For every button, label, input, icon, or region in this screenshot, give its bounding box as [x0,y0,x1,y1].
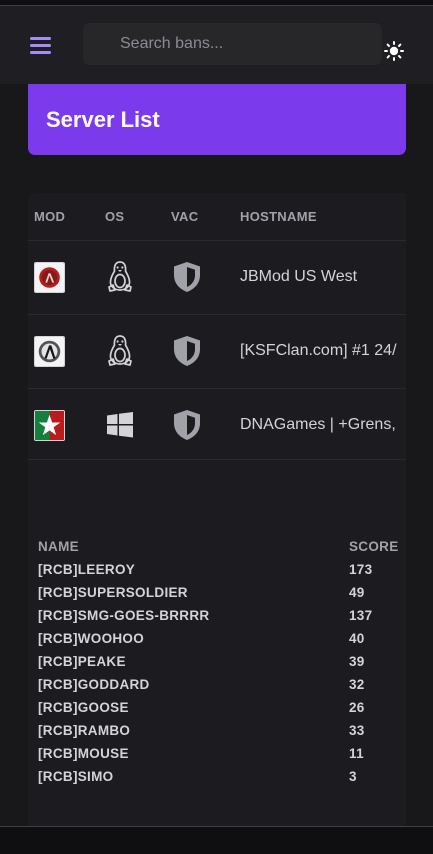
player-name: [RCB]LEEROY [38,562,136,577]
player-list: NAME SCORE [RCB]LEEROY 173 [RCB]SUPERSOL… [38,539,400,792]
player-name: [RCB]MOUSE [38,746,129,761]
page-title: Server List [46,107,160,132]
player-score: 49 [349,585,365,600]
player-row: [RCB]SMG-GOES-BRRRR 137 [38,608,400,631]
player-name: [RCB]GOOSE [38,700,129,715]
player-list-header: NAME SCORE [38,539,400,562]
column-header-score: SCORE [349,539,399,554]
server-row[interactable]: [KSFClan.com] #1 24/ [28,314,406,386]
search-bans-input[interactable] [83,23,382,65]
linux-tux-icon [108,261,132,292]
player-name: [RCB]SUPERSOLDIER [38,585,188,600]
hl2-deathmatch-icon [34,410,65,441]
player-score: 39 [349,654,365,669]
server-table-card: MOD OS VAC HOSTNAME JBMod US West [KSFCl… [28,193,406,826]
server-list-header: Server List [28,84,406,155]
column-header-name: NAME [38,539,79,554]
player-score: 11 [349,746,364,761]
menu-bar-bottom [30,51,51,54]
player-row: [RCB]PEAKE 39 [38,654,400,677]
player-score: 32 [349,677,365,692]
player-row: [RCB]GODDARD 32 [38,677,400,700]
server-hostname: [KSFClan.com] #1 24/ [240,342,397,359]
player-row: [RCB]WOOHOO 40 [38,631,400,654]
player-row: [RCB]RAMBO 33 [38,723,400,746]
windows-icon [107,412,133,438]
column-header-mod: MOD [34,209,66,224]
menu-bar-middle [30,44,51,47]
half-life-deathmatch-icon [34,262,65,293]
half-life-2-icon [34,336,65,367]
player-name: [RCB]GODDARD [38,677,150,692]
player-name: [RCB]RAMBO [38,723,131,738]
player-score: 26 [349,700,365,715]
bottom-bar [0,826,433,854]
server-row[interactable]: DNAGames | +Grens, [28,388,406,460]
player-row: [RCB]MOUSE 11 [38,746,400,769]
menu-bar-top [30,37,51,40]
vac-shield-icon [174,262,200,292]
player-row: [RCB]LEEROY 173 [38,562,400,585]
top-navigation-bar [0,6,433,84]
player-row: [RCB]SUPERSOLDIER 49 [38,585,400,608]
player-name: [RCB]WOOHOO [38,631,145,646]
sun-icon[interactable] [384,41,404,61]
hamburger-menu-icon[interactable] [30,36,52,56]
player-score: 173 [349,562,373,577]
player-name: [RCB]SIMO [38,769,114,784]
vac-shield-icon [174,336,200,366]
server-row[interactable]: JBMod US West [28,240,406,312]
linux-tux-icon [108,335,132,366]
vac-shield-icon [174,410,200,440]
player-row: [RCB]GOOSE 26 [38,700,400,723]
player-score: 3 [349,769,357,784]
player-name: [RCB]PEAKE [38,654,126,669]
server-hostname: JBMod US West [240,268,358,285]
server-hostname: DNAGames | +Grens, [240,416,396,433]
column-header-vac: VAC [171,209,199,224]
column-header-os: OS [105,209,125,224]
player-name: [RCB]SMG-GOES-BRRRR [38,608,210,623]
player-score: 137 [349,608,373,623]
player-row: [RCB]SIMO 3 [38,769,400,792]
player-score: 40 [349,631,365,646]
column-header-hostname: HOSTNAME [240,209,317,224]
player-score: 33 [349,723,365,738]
